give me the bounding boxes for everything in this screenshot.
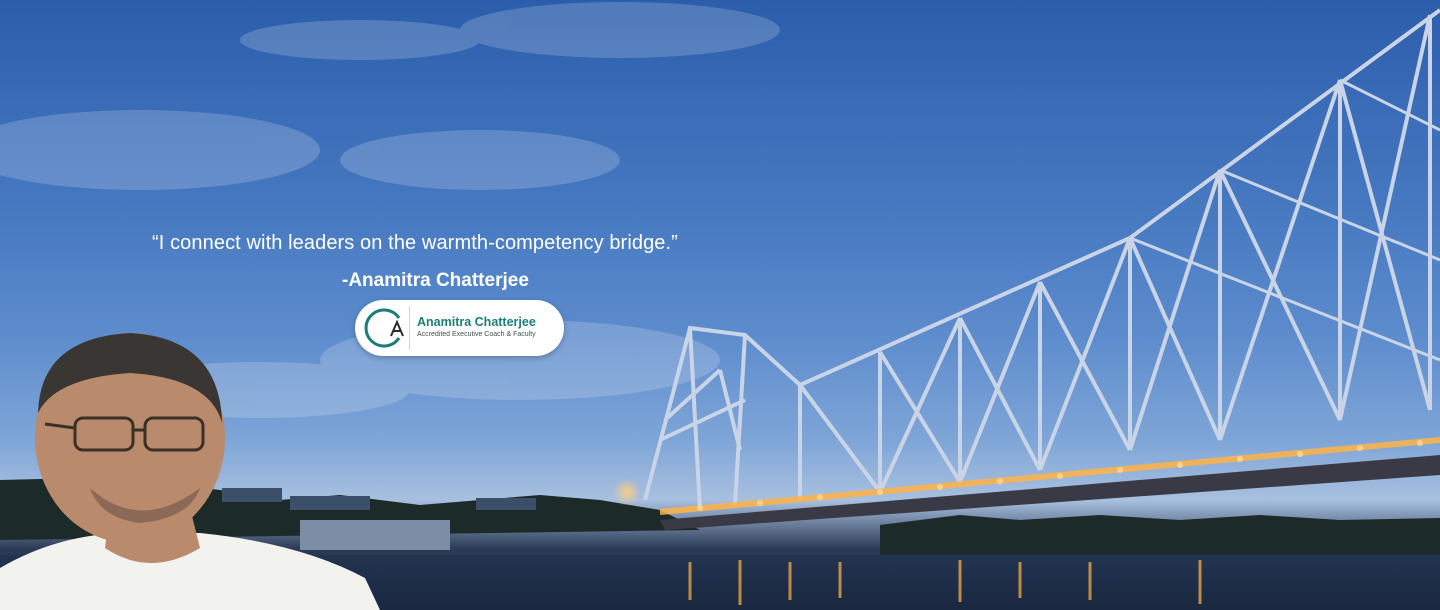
hero-banner: “I connect with leaders on the warmth-co… <box>0 0 1440 610</box>
portrait-photo <box>0 333 380 610</box>
bridge <box>643 8 1440 511</box>
logo-badge: Anamitra Chatterjee Accredited Executive… <box>355 300 564 356</box>
hero-quote: “I connect with leaders on the warmth-co… <box>152 232 678 254</box>
badge-subtitle: Accredited Executive Coach & Faculty <box>417 331 536 338</box>
badge-divider <box>409 306 410 350</box>
quote-attribution: -Anamitra Chatterjee <box>342 270 529 291</box>
badge-name: Anamitra Chatterjee <box>417 315 536 329</box>
